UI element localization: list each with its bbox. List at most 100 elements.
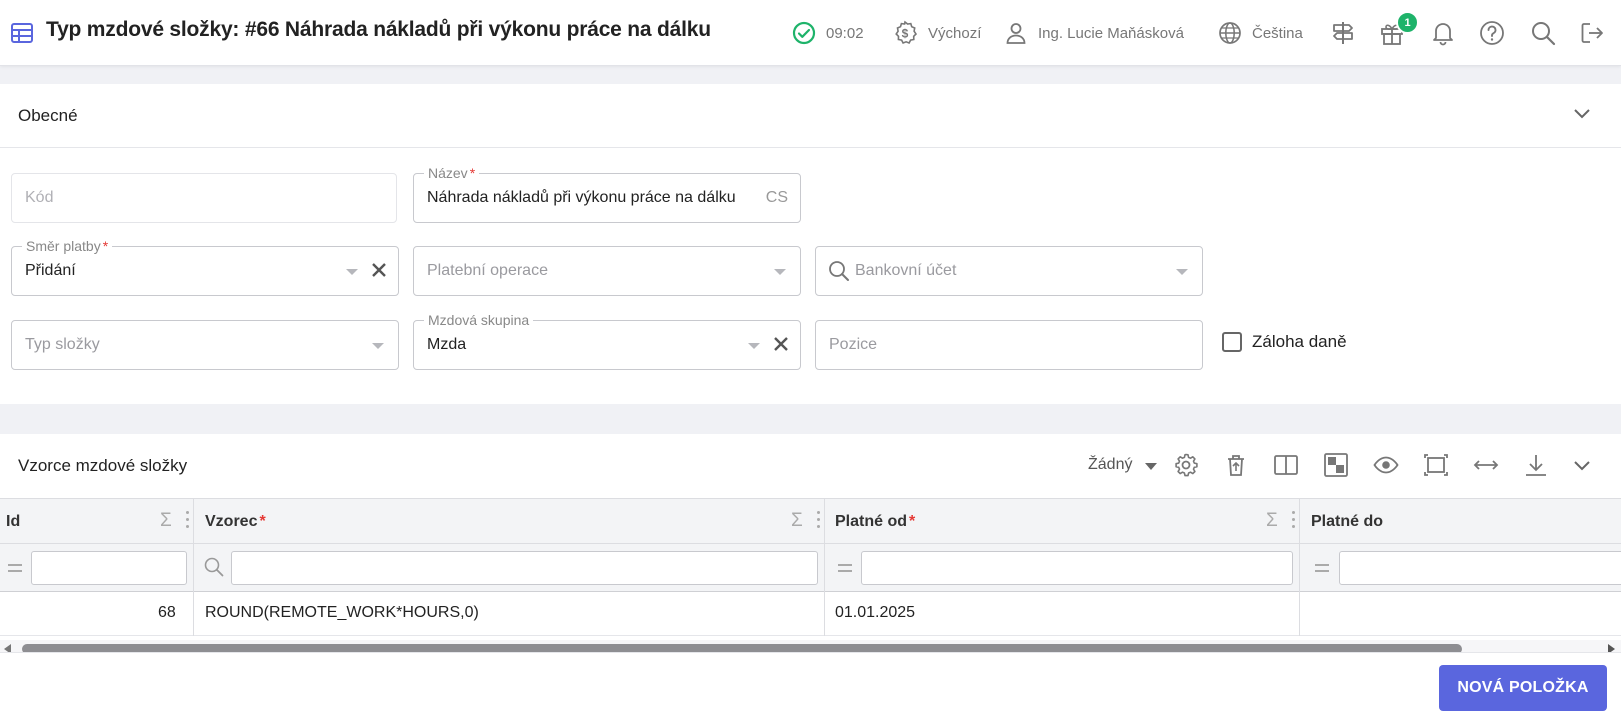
view-preset-select[interactable]: Žádný [1088,456,1132,474]
typ-slozky-placeholder: Typ složky [25,336,100,353]
delete-icon[interactable] [1223,452,1249,478]
table-row[interactable]: 68 ROUND(REMOTE_WORK*HOURS,0) 01.01.2025 [0,592,1621,636]
currency-selector[interactable]: $ Výchozí [892,0,981,66]
chevron-down-icon[interactable] [1573,108,1591,120]
table-icon [11,23,33,43]
expand-horizontal-icon[interactable] [1473,452,1499,478]
filter-operator-icon[interactable] [838,564,852,574]
dropdown-arrow-icon[interactable] [748,343,760,349]
column-menu-icon[interactable] [186,511,190,531]
mzdova-skupina-label: Mzdová skupina [424,311,534,329]
search-icon [1532,22,1556,46]
typ-slozky-select[interactable]: Typ složky [11,320,399,370]
notifications-button[interactable] [1431,0,1455,66]
kod-field[interactable]: Kód [11,173,397,223]
nazev-label: Název * [424,164,480,182]
user-icon [1006,23,1026,44]
zaloha-dane-checkbox-box[interactable] [1222,332,1242,352]
cell-vzorec: ROUND(REMOTE_WORK*HOURS,0) [205,604,479,621]
language-label: Čeština [1252,24,1303,42]
caret-down-icon[interactable] [1145,463,1157,470]
page-title: Typ mzdové složky: #66 Náhrada nákladů p… [46,18,711,41]
column-header-platne-od[interactable]: Platné od * [835,513,915,531]
column-header-id[interactable]: Id [6,513,20,531]
filter-vzorec-input[interactable] [231,551,818,585]
column-menu-icon[interactable] [817,511,821,531]
nazev-value: Náhrada nákladů při výkonu práce na dálk… [427,189,736,206]
language-suffix[interactable]: CS [766,189,788,207]
nazev-field[interactable]: Název * Náhrada nákladů při výkonu práce … [413,164,801,223]
column-divider[interactable] [193,498,194,636]
platebni-operace-select[interactable]: Platební operace [413,246,801,296]
app-header: Typ mzdové složky: #66 Náhrada nákladů p… [0,0,1621,66]
svg-text:$: $ [902,27,909,41]
language-selector[interactable]: Čeština [1218,0,1303,66]
globe-icon [1219,22,1241,44]
filter-id-input[interactable] [31,551,187,585]
help-icon [1480,21,1504,45]
gift-button[interactable] [1379,0,1405,66]
general-panel-header[interactable]: Obecné [0,84,1621,148]
filter-platne-do-input[interactable] [1339,551,1621,585]
smer-platby-value: Přidání [25,262,76,279]
filter-operator-icon[interactable] [8,564,22,574]
grid-filter-row [0,544,1621,592]
filter-operator-icon[interactable] [1315,564,1329,574]
download-icon[interactable] [1523,452,1549,478]
user-name: Ing. Lucie Maňásková [1038,24,1184,42]
dropdown-arrow-icon[interactable] [774,269,786,275]
clear-icon[interactable] [371,262,387,278]
kod-placeholder: Kód [25,189,54,206]
eye-icon[interactable] [1373,452,1399,478]
check-circle-icon [792,21,816,45]
grid-header-row: Id Σ Vzorec * Σ Platné od * Σ Platné do [0,498,1621,544]
signpost-button[interactable] [1330,0,1356,66]
pozice-field[interactable]: Pozice [815,320,1203,370]
zaloha-dane-checkbox[interactable]: Záloha daně [1222,332,1347,352]
new-item-button[interactable]: NOVÁ POLOŽKA [1439,665,1607,711]
smer-platby-select[interactable]: Směr platby * Přidání [11,237,399,296]
sum-icon[interactable]: Σ [791,510,803,532]
signpost-icon [1333,22,1353,44]
help-button[interactable] [1479,0,1505,66]
platebni-operace-placeholder: Platební operace [427,262,548,279]
dropdown-arrow-icon[interactable] [372,343,384,349]
smer-platby-label: Směr platby * [22,237,113,255]
session-time: 09:02 [826,24,864,42]
column-menu-icon[interactable] [1292,511,1296,531]
gift-badge: 1 [1396,11,1419,34]
global-search-button[interactable] [1530,0,1556,66]
column-header-platne-do[interactable]: Platné do [1311,513,1383,531]
columns-icon[interactable] [1273,452,1299,478]
layout-icon[interactable] [1323,452,1349,478]
column-header-vzorec[interactable]: Vzorec * [205,513,266,531]
column-divider[interactable] [824,498,825,636]
clear-icon[interactable] [773,336,789,352]
currency-icon: $ [895,20,918,45]
user-menu[interactable]: Ing. Lucie Maňásková [1004,0,1184,66]
pozice-placeholder: Pozice [829,336,878,353]
sum-icon[interactable]: Σ [160,510,172,532]
mzdova-skupina-value: Mzda [427,336,467,353]
column-divider[interactable] [1299,498,1300,636]
bell-icon [1433,23,1453,46]
dropdown-arrow-icon[interactable] [346,269,358,275]
logout-icon [1581,23,1603,43]
dropdown-arrow-icon[interactable] [1176,269,1188,275]
search-icon [829,261,849,281]
bankovni-ucet-select[interactable]: Bankovní účet [815,246,1203,296]
cell-platne-od: 01.01.2025 [835,604,916,621]
search-icon [204,557,224,577]
grid-footer: NOVÁ POLOŽKA [0,652,1621,722]
sum-icon[interactable]: Σ [1266,510,1278,532]
session-timer[interactable]: 09:02 [792,0,864,66]
zaloha-dane-label: Záloha daně [1252,332,1347,351]
bankovni-ucet-placeholder: Bankovní účet [855,262,957,279]
settings-icon[interactable] [1173,452,1199,478]
mzdova-skupina-select[interactable]: Mzdová skupina Mzda [413,311,801,370]
filter-platne-od-input[interactable] [861,551,1293,585]
fit-screen-icon[interactable] [1423,452,1449,478]
chevron-down-icon[interactable] [1573,460,1591,472]
logout-button[interactable] [1579,0,1605,66]
general-panel-title: Obecné [18,106,78,125]
